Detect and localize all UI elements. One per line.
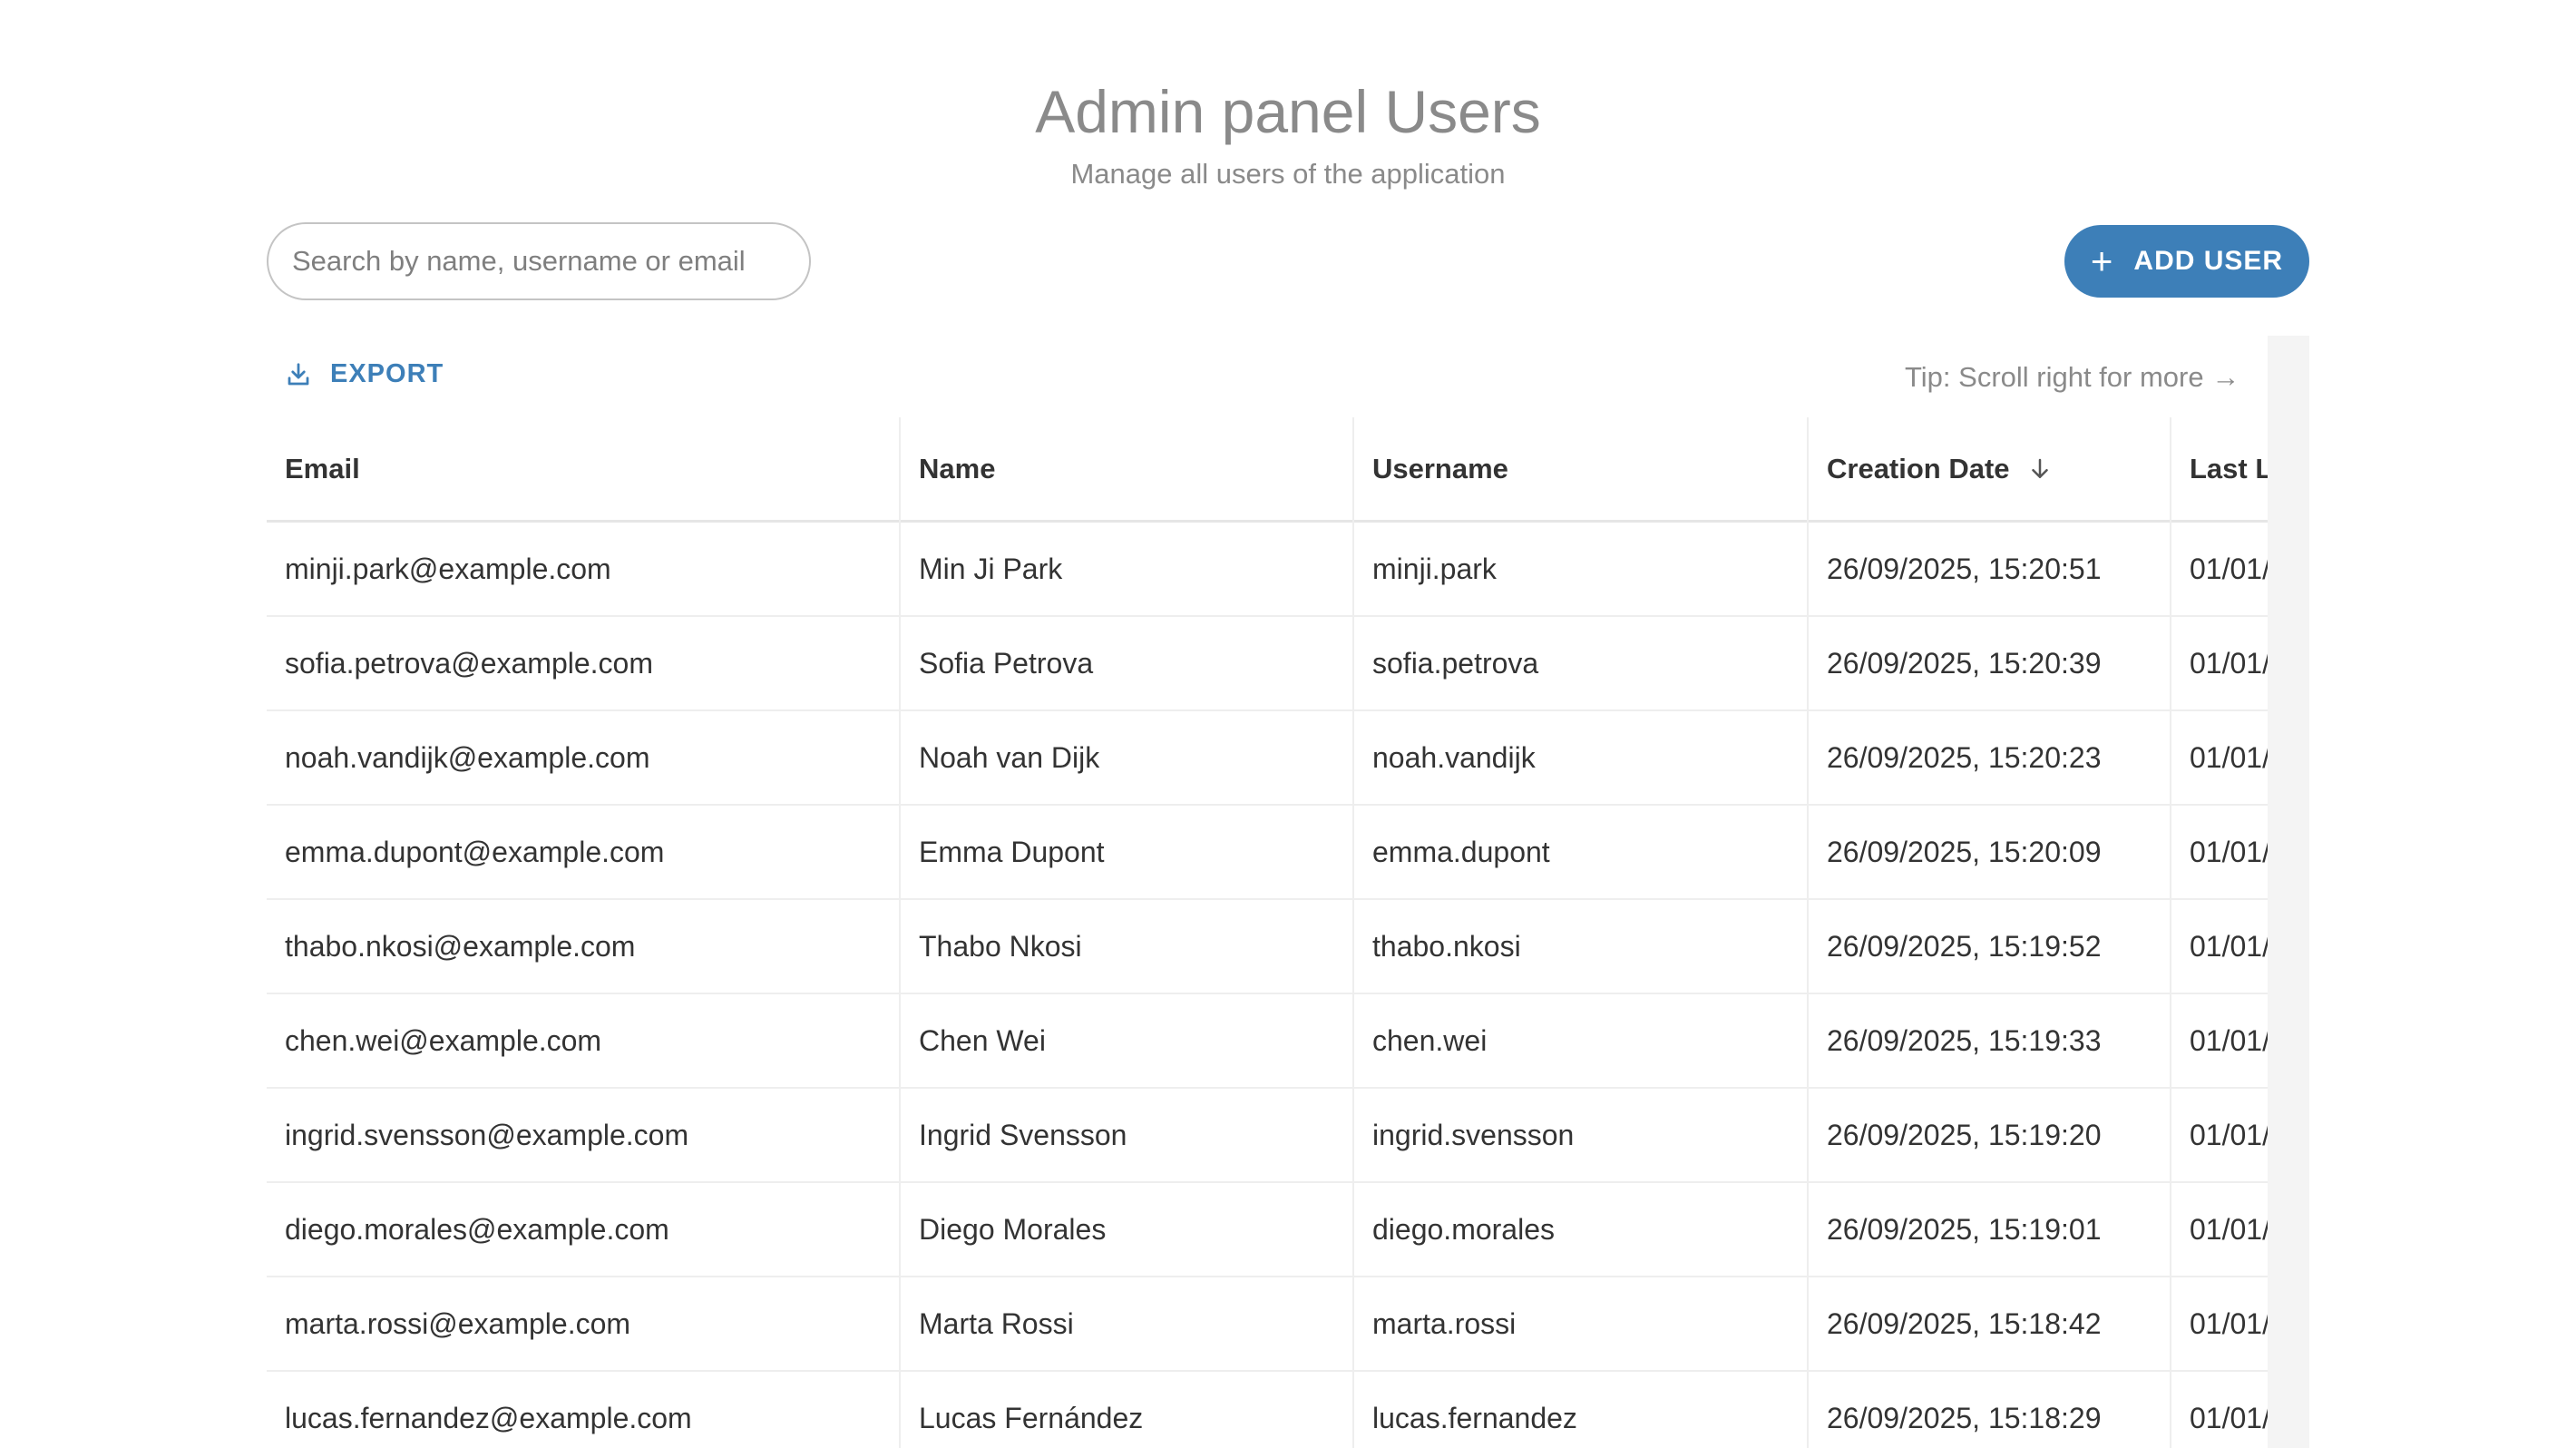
- page-subtitle: Manage all users of the application: [1070, 158, 1506, 190]
- table-row[interactable]: emma.dupont@example.com Emma Dupont emma.d…: [267, 806, 2268, 900]
- cell-username: emma.dupont: [1372, 835, 1550, 868]
- cell-creation-date: 26/09/2025, 15:20:51: [1827, 552, 2102, 585]
- horizontal-scroll-indicator: [2268, 336, 2309, 1448]
- cell-last-login: 01/01/: [2190, 552, 2268, 585]
- add-user-label: ADD USER: [2133, 246, 2284, 276]
- table-row[interactable]: chen.wei@example.com Chen Wei chen.wei 26/0…: [267, 994, 2268, 1089]
- cell-email: ingrid.svensson@example.com: [285, 1118, 689, 1151]
- cell-creation-date: 26/09/2025, 15:20:09: [1827, 835, 2102, 868]
- search-input[interactable]: [267, 222, 811, 300]
- column-header-name[interactable]: Name: [901, 417, 1354, 520]
- table-row[interactable]: ingrid.svensson@example.com Ingrid Svenss…: [267, 1089, 2268, 1183]
- cell-email: minji.park@example.com: [285, 552, 611, 585]
- export-label: EXPORT: [330, 359, 444, 388]
- cell-name: Emma Dupont: [919, 835, 1105, 868]
- cell-email: marta.rossi@example.com: [285, 1306, 631, 1340]
- cell-username: chen.wei: [1372, 1023, 1488, 1057]
- cell-last-login: 01/01/: [2190, 1212, 2268, 1246]
- cell-last-login: 01/01/: [2190, 1401, 2268, 1434]
- export-button[interactable]: EXPORT: [285, 359, 444, 389]
- admin-users-page: Admin panel Users Manage all users of th…: [0, 0, 2576, 1448]
- cell-last-login: 01/01/: [2190, 646, 2268, 680]
- cell-username: ingrid.svensson: [1372, 1118, 1575, 1151]
- column-divider[interactable]: [899, 417, 901, 1448]
- table-row[interactable]: marta.rossi@example.com Marta Rossi marta.…: [267, 1277, 2268, 1372]
- cell-creation-date: 26/09/2025, 15:19:01: [1827, 1212, 2102, 1246]
- table-row[interactable]: minji.park@example.com Min Ji Park minji.p…: [267, 523, 2268, 617]
- add-user-button[interactable]: + ADD USER: [2064, 225, 2309, 298]
- cell-name: Min Ji Park: [919, 552, 1063, 585]
- column-header-label: Email: [285, 452, 360, 484]
- cell-username: sofia.petrova: [1372, 646, 1539, 680]
- cell-name: Noah van Dijk: [919, 740, 1100, 774]
- column-header-email[interactable]: Email: [267, 417, 901, 520]
- cell-name: Diego Morales: [919, 1212, 1107, 1246]
- table-row[interactable]: sofia.petrova@example.com Sofia Petrova so…: [267, 617, 2268, 711]
- column-divider[interactable]: [2170, 417, 2171, 1448]
- column-header-username[interactable]: Username: [1354, 417, 1809, 520]
- cell-name: Lucas Fernández: [919, 1401, 1144, 1434]
- column-header-creation-date[interactable]: Creation Date: [1809, 417, 2171, 520]
- cell-creation-date: 26/09/2025, 15:18:42: [1827, 1306, 2102, 1340]
- cell-username: noah.vandijk: [1372, 740, 1536, 774]
- table-row[interactable]: thabo.nkosi@example.com Thabo Nkosi thabo.…: [267, 900, 2268, 994]
- cell-email: lucas.fernandez@example.com: [285, 1401, 692, 1434]
- scroll-tip: Tip: Scroll right for more →: [1905, 361, 2240, 393]
- cell-name: Marta Rossi: [919, 1306, 1074, 1340]
- column-header-label: Username: [1372, 452, 1508, 484]
- cell-email: sofia.petrova@example.com: [285, 646, 653, 680]
- cell-last-login: 01/01/: [2190, 1306, 2268, 1340]
- cell-creation-date: 26/09/2025, 15:19:52: [1827, 929, 2102, 963]
- cell-creation-date: 26/09/2025, 15:19:20: [1827, 1118, 2102, 1151]
- cell-creation-date: 26/09/2025, 15:20:39: [1827, 646, 2102, 680]
- cell-email: diego.morales@example.com: [285, 1212, 669, 1246]
- table-row[interactable]: noah.vandijk@example.com Noah van Dijk noa…: [267, 711, 2268, 806]
- cell-last-login: 01/01/: [2190, 929, 2268, 963]
- cell-email: thabo.nkosi@example.com: [285, 929, 636, 963]
- cell-username: lucas.fernandez: [1372, 1401, 1577, 1434]
- cell-username: thabo.nkosi: [1372, 929, 1521, 963]
- table-header-row: Email Name Username Creation Date Last L: [267, 417, 2268, 523]
- cell-name: Chen Wei: [919, 1023, 1046, 1057]
- column-divider[interactable]: [1352, 417, 1354, 1448]
- plus-icon: +: [2090, 240, 2114, 282]
- cell-last-login: 01/01/: [2190, 835, 2268, 868]
- cell-last-login: 01/01/: [2190, 1023, 2268, 1057]
- cell-creation-date: 26/09/2025, 15:19:33: [1827, 1023, 2102, 1057]
- cell-username: marta.rossi: [1372, 1306, 1517, 1340]
- cell-name: Sofia Petrova: [919, 646, 1094, 680]
- cell-username: minji.park: [1372, 552, 1497, 585]
- cell-name: Ingrid Svensson: [919, 1118, 1127, 1151]
- download-icon: [288, 362, 309, 385]
- page-title: Admin panel Users: [1035, 78, 1541, 145]
- arrow-down-icon[interactable]: [2026, 455, 2054, 483]
- column-header-last-login[interactable]: Last L: [2171, 417, 2268, 520]
- column-header-label: Name: [919, 452, 996, 484]
- cell-email: chen.wei@example.com: [285, 1023, 602, 1057]
- column-header-label: Last L: [2190, 452, 2268, 484]
- table-row[interactable]: lucas.fernandez@example.com Lucas Fernánd…: [267, 1372, 2268, 1448]
- cell-username: diego.morales: [1372, 1212, 1555, 1246]
- cell-name: Thabo Nkosi: [919, 929, 1082, 963]
- column-header-label: Creation Date: [1827, 452, 2010, 484]
- table-row[interactable]: diego.morales@example.com Diego Morales di…: [267, 1183, 2268, 1277]
- cell-last-login: 01/01/: [2190, 740, 2268, 774]
- cell-email: noah.vandijk@example.com: [285, 740, 650, 774]
- cell-last-login: 01/01/: [2190, 1118, 2268, 1151]
- cell-creation-date: 26/09/2025, 15:20:23: [1827, 740, 2102, 774]
- column-divider[interactable]: [1807, 417, 1809, 1448]
- page-header: Admin panel Users Manage all users of th…: [0, 71, 2576, 192]
- users-table: Email Name Username Creation Date Last L minj…: [267, 417, 2268, 1448]
- cell-email: emma.dupont@example.com: [285, 835, 665, 868]
- cell-creation-date: 26/09/2025, 15:18:29: [1827, 1401, 2102, 1434]
